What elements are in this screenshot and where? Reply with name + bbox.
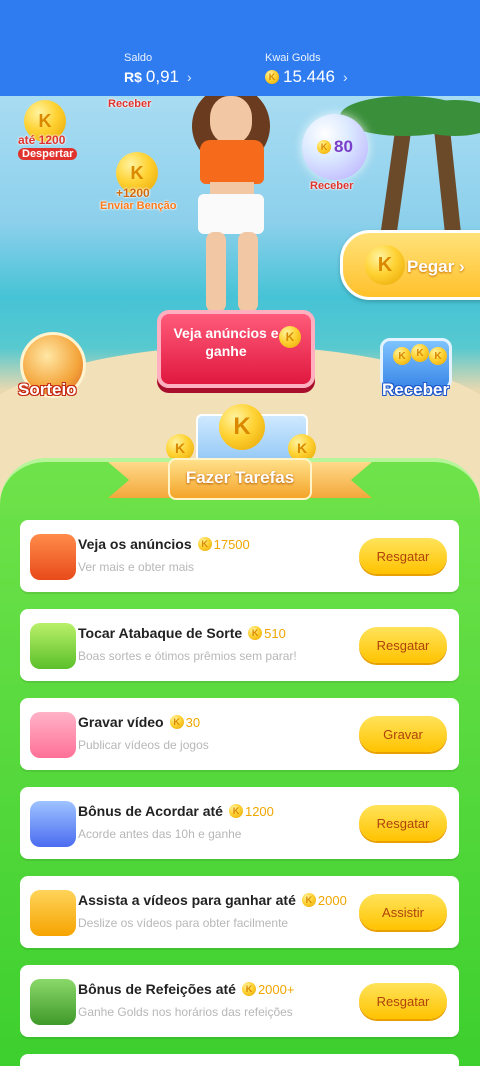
task-row: Assista a vídeos para ganhar até K 2000 D… [20, 876, 459, 948]
bubble-value: 80 [334, 137, 353, 156]
chevron-right-icon: › [187, 69, 192, 85]
video-camera-icon [30, 890, 76, 936]
lunchbox-icon [30, 979, 76, 1025]
k-coin-icon: K [241, 982, 256, 996]
watch-ads-label: Veja anúncios e ganhe [173, 325, 279, 359]
task-row: Gravar vídeo K 30 Publicar vídeos de jogo… [20, 698, 459, 770]
avatar-leg [206, 232, 226, 312]
tasks-banner: Fazer Tarefas [108, 458, 372, 500]
task-title: Tocar Atabaque de Sorte K 510 [78, 625, 286, 641]
k-coin-icon: K [393, 347, 411, 365]
task-subtitle: Ver mais e obter mais [78, 560, 195, 574]
bubble-reward[interactable]: K 80 [302, 114, 368, 180]
pegar-label: Pegar › [407, 257, 465, 276]
task-reward: K 1200 [228, 804, 274, 819]
resgatar-button[interactable]: Resgatar [359, 983, 447, 1019]
wallet-header: Saldo R$ 0,91 › Kwai Golds K 15.446 › [0, 0, 480, 96]
bubble-label[interactable]: Receber [310, 180, 353, 192]
task-reward: K 2000 [301, 893, 347, 908]
gold-label: Kwai Golds [265, 52, 321, 64]
task-subtitle: Deslize os vídeos para obter facilmente [78, 916, 289, 930]
tv-icon [30, 534, 76, 580]
k-coin-icon: K [429, 347, 447, 365]
k-coin-icon: K [228, 804, 243, 818]
pegar-button[interactable]: K Pegar › [340, 230, 480, 300]
gold-value: 15.446 [283, 67, 335, 86]
task-title: Veja os anúncios K 17500 [78, 536, 250, 552]
task-row: Bônus de Acordar até K 1200 Acorde antes … [20, 787, 459, 859]
despertar-label: Despertar [18, 148, 78, 160]
k-coin-icon: K [219, 404, 265, 450]
k-coin-icon: K [197, 537, 212, 551]
banner-title: Fazer Tarefas [185, 468, 295, 487]
saldo-value-row: R$ 0,91 › [124, 67, 192, 87]
task-reward: K 30 [169, 715, 200, 730]
task-row: Bônus de Refeições até K 2000+ Ganhe Gold… [20, 965, 459, 1037]
gold-value-row: K 15.446 › [265, 67, 348, 87]
receber-top-label[interactable]: Receber [108, 98, 151, 110]
task-row: Veja os anúncios K 17500 Ver mais e obter… [20, 520, 459, 592]
task-reward: K 2000+ [241, 982, 294, 997]
task-title: Assista a vídeos para ganhar até K 2000 [78, 892, 347, 908]
avatar-shorts [198, 194, 264, 234]
currency-symbol: R$ [124, 69, 142, 85]
task-title: Bônus de Acordar até K 1200 [78, 803, 274, 819]
task-subtitle: Ganhe Golds nos horários das refeições [78, 1005, 293, 1019]
task-subtitle: Publicar vídeos de jogos [78, 738, 209, 752]
kwai-golds-block[interactable]: Kwai Golds K 15.446 › [265, 52, 348, 87]
k-coin-icon: K [265, 70, 279, 84]
bencao-amount: +1200 [116, 186, 150, 200]
chevron-right-icon: › [458, 257, 465, 276]
task-reward: K 17500 [197, 537, 250, 552]
saldo-value: 0,91 [145, 67, 179, 86]
gravar-button[interactable]: Gravar [359, 716, 447, 752]
chevron-right-icon: › [343, 69, 348, 85]
despertar-amount: até 1200 [18, 133, 66, 147]
camera-icon [30, 712, 76, 758]
task-title: Bônus de Refeições até K 2000+ [78, 981, 295, 997]
bencao-label: Enviar Benção [100, 200, 177, 212]
k-coin-icon: K [279, 326, 301, 348]
avatar-shirt [200, 140, 264, 184]
task-title: Gravar vídeo K 30 [78, 714, 201, 730]
k-coin-icon: K [169, 715, 184, 729]
watch-ads-button[interactable]: Veja anúncios e ganhe K [157, 310, 315, 388]
receber-label[interactable]: Receber [382, 380, 449, 400]
saldo-block[interactable]: Saldo R$ 0,91 › [124, 52, 192, 87]
task-subtitle: Acorde antes das 10h e ganhe [78, 827, 242, 841]
alarm-icon [30, 801, 76, 847]
assistir-button[interactable]: Assistir [359, 894, 447, 930]
beach-scene: Receber K até 1200 Despertar K +1200 Env… [0, 96, 480, 516]
k-coin-icon: K [317, 140, 332, 154]
task-row [20, 1054, 459, 1066]
task-row: Tocar Atabaque de Sorte K 510 Boas sortes… [20, 609, 459, 681]
k-coin-icon: K [411, 344, 429, 362]
resgatar-button[interactable]: Resgatar [359, 805, 447, 841]
drum-icon [30, 623, 76, 669]
k-coin-icon: K [365, 245, 405, 285]
k-coin-icon: K [248, 626, 263, 640]
palm-tree-icon [433, 125, 463, 247]
resgatar-button[interactable]: Resgatar [359, 627, 447, 663]
task-subtitle: Boas sortes e ótimos prêmios sem parar! [78, 649, 297, 663]
avatar-leg [238, 232, 258, 312]
resgatar-button[interactable]: Resgatar [359, 538, 447, 574]
task-reward: K 510 [248, 626, 286, 641]
k-coin-icon: K [301, 893, 316, 907]
saldo-label: Saldo [124, 52, 153, 64]
sorteio-label[interactable]: Sorteio [18, 380, 77, 400]
avatar-face [210, 96, 252, 144]
